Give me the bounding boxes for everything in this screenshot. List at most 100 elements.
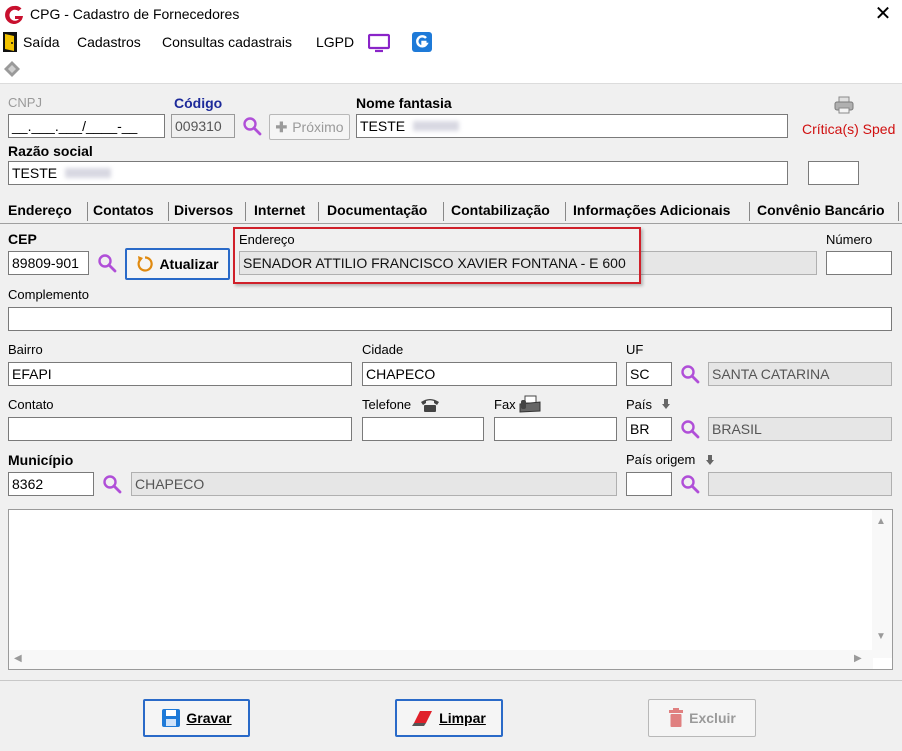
tab-endereco[interactable]: Endereço [4, 200, 76, 223]
endereco-highlight-box [233, 227, 641, 284]
cidade-input[interactable]: CHAPECO [362, 362, 617, 386]
brand-g-icon[interactable] [412, 32, 432, 52]
search-icon[interactable] [680, 474, 700, 494]
razao-social-input[interactable]: TESTE [8, 161, 788, 185]
bairro-input[interactable]: EFAPI [8, 362, 352, 386]
plus-icon: ✚ [275, 118, 288, 135]
telefone-input[interactable] [362, 417, 484, 441]
uf-label: UF [626, 342, 644, 357]
pais-origem-label: País origem [626, 452, 696, 467]
exit-door-icon[interactable] [3, 32, 17, 52]
critica-sped-link[interactable]: Crítica(s) Sped [802, 121, 895, 137]
scroll-left-icon[interactable]: ◀ [14, 653, 22, 664]
toolbar-diamond-icon[interactable] [3, 60, 21, 78]
eraser-icon [412, 711, 433, 726]
search-icon[interactable] [680, 364, 700, 384]
down-arrow-icon [661, 399, 671, 409]
down-arrow-icon [705, 455, 715, 465]
footer-divider [0, 680, 902, 681]
menu-cadastros[interactable]: Cadastros [77, 34, 141, 50]
search-icon[interactable] [102, 474, 122, 494]
blurred-text [413, 121, 460, 131]
tab-informacoes-adicionais[interactable]: Informações Adicionais [569, 200, 734, 223]
tab-separator [87, 202, 88, 221]
printer-icon[interactable] [834, 96, 854, 114]
telefone-label: Telefone [362, 397, 412, 412]
codigo-label: Código [174, 95, 223, 111]
tab-separator [245, 202, 246, 221]
search-icon[interactable] [242, 116, 262, 136]
contato-label: Contato [8, 397, 54, 412]
pais-input[interactable]: BR [626, 417, 672, 441]
scroll-down-icon[interactable]: ▼ [876, 631, 886, 642]
tab-strip-line [0, 223, 902, 224]
tab-documentacao[interactable]: Documentação [323, 200, 431, 223]
atualizar-label: Atualizar [159, 256, 219, 272]
menu-saida[interactable]: Saída [23, 34, 60, 50]
tab-contatos[interactable]: Contatos [89, 200, 158, 223]
proximo-button[interactable]: ✚ Próximo [269, 114, 350, 140]
tab-separator [898, 202, 899, 221]
monitor-icon[interactable] [368, 33, 390, 53]
nome-fantasia-label: Nome fantasia [356, 95, 452, 111]
atualizar-button[interactable]: Atualizar [125, 248, 230, 280]
uf-name-field: SANTA CATARINA [708, 362, 892, 386]
pais-label: País [626, 397, 653, 412]
app-logo-icon [5, 5, 23, 24]
limpar-button[interactable]: Limpar [395, 699, 503, 737]
menu-lgpd[interactable]: LGPD [316, 34, 354, 50]
fax-input[interactable] [494, 417, 617, 441]
tab-separator [565, 202, 566, 221]
trash-icon [669, 708, 684, 727]
menu-consultas-cadastrais[interactable]: Consultas cadastrais [162, 34, 292, 50]
window-title: CPG - Cadastro de Fornecedores [30, 6, 240, 22]
excluir-label: Excluir [689, 710, 736, 726]
excluir-button[interactable]: Excluir [648, 699, 756, 737]
blurred-text [65, 168, 112, 178]
contato-input[interactable] [8, 417, 352, 441]
pais-origem-name-field [708, 472, 892, 496]
tab-separator [749, 202, 750, 221]
fax-label: Fax [494, 397, 516, 412]
scroll-right-icon[interactable]: ▶ [854, 653, 862, 664]
nome-fantasia-value: TESTE [360, 118, 406, 134]
nome-fantasia-input[interactable]: TESTE [356, 114, 788, 138]
uf-input[interactable]: SC [626, 362, 672, 386]
phone-icon [421, 399, 439, 412]
horizontal-scrollbar[interactable] [9, 650, 873, 669]
tool-strip [0, 56, 902, 84]
complemento-label: Complemento [8, 287, 89, 302]
search-icon[interactable] [680, 419, 700, 439]
municipio-label: Município [8, 452, 74, 468]
tab-separator [168, 202, 169, 221]
tab-convenio-bancario[interactable]: Convênio Bancário [753, 200, 889, 223]
tab-contabilizacao[interactable]: Contabilização [447, 200, 554, 223]
municipio-name-field: CHAPECO [131, 472, 617, 496]
municipio-input[interactable]: 8362 [8, 472, 94, 496]
refresh-icon [137, 256, 154, 272]
extra-field[interactable] [808, 161, 859, 185]
pais-origem-input[interactable] [626, 472, 672, 496]
gravar-label: Gravar [186, 710, 232, 726]
search-icon[interactable] [97, 253, 117, 273]
tab-separator [318, 202, 319, 221]
observacoes-textarea[interactable] [8, 509, 893, 670]
codigo-input[interactable]: 009310 [171, 114, 235, 138]
fax-icon [519, 395, 541, 413]
scroll-up-icon[interactable]: ▲ [876, 516, 886, 527]
cidade-label: Cidade [362, 342, 404, 357]
bairro-label: Bairro [8, 342, 43, 357]
cnpj-input[interactable]: __.___.___/____-__ [8, 114, 165, 138]
cep-input[interactable]: 89809-901 [8, 251, 89, 275]
gravar-button[interactable]: Gravar [143, 699, 250, 737]
tab-internet[interactable]: Internet [250, 200, 309, 223]
tab-diversos[interactable]: Diversos [170, 200, 237, 223]
tab-separator [443, 202, 444, 221]
complemento-input[interactable] [8, 307, 892, 331]
proximo-label: Próximo [292, 119, 344, 135]
close-icon[interactable]: ✕ [872, 3, 894, 25]
numero-input[interactable] [826, 251, 892, 275]
pais-name-field: BRASIL [708, 417, 892, 441]
numero-label: Número [826, 232, 873, 247]
cep-label: CEP [8, 231, 37, 247]
